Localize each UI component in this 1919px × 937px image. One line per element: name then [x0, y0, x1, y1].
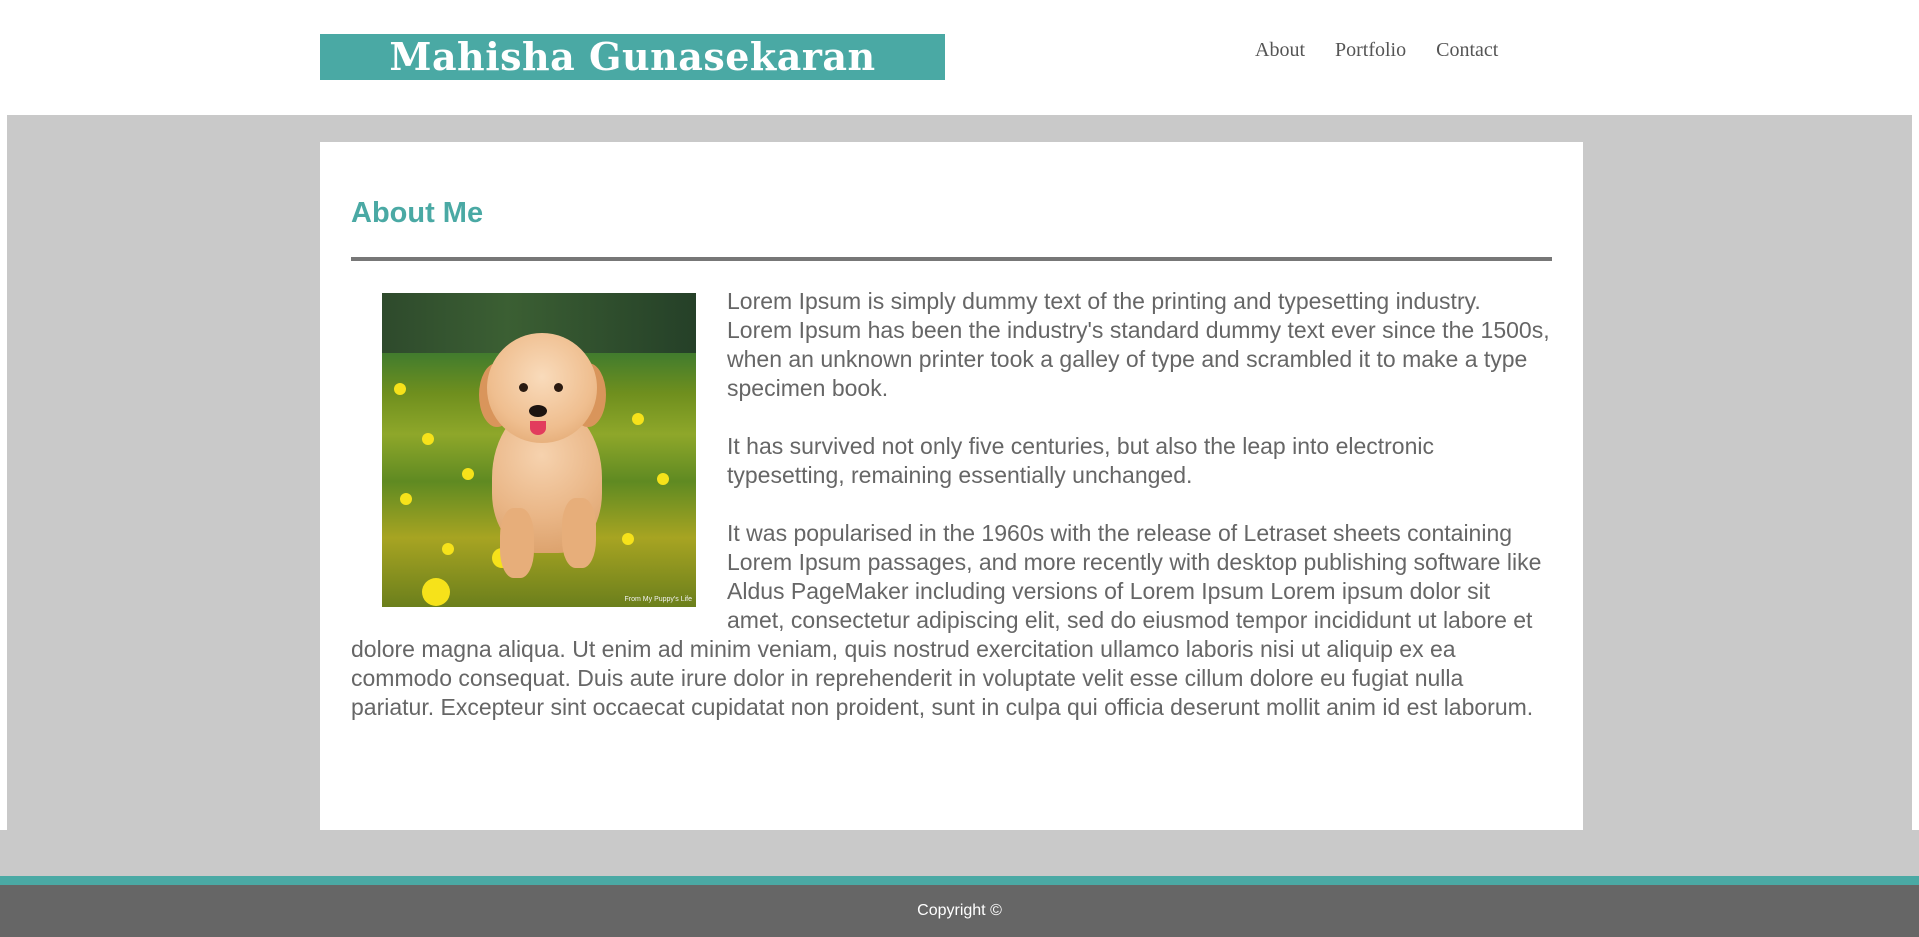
photo-flower — [422, 578, 450, 606]
photo-flower — [632, 413, 644, 425]
photo-flower — [657, 473, 669, 485]
puppy-photo: From My Puppy's Life — [382, 293, 696, 607]
section-divider — [351, 257, 1552, 261]
copyright-text: Copyright © — [917, 902, 1002, 919]
about-card: About Me From My Puppy's Life Lorem Ipsu… — [320, 142, 1583, 830]
nav-link-about[interactable]: About — [1255, 36, 1305, 64]
section-title: About Me — [351, 197, 484, 229]
photo-flower — [400, 493, 412, 505]
site-footer: Copyright © — [0, 885, 1919, 937]
photo-flower — [394, 383, 406, 395]
about-content: From My Puppy's Life Lorem Ipsum is simp… — [351, 287, 1552, 751]
puppy-leg — [500, 508, 534, 578]
photo-flower — [422, 433, 434, 445]
photo-flower — [622, 533, 634, 545]
nav-link-contact[interactable]: Contact — [1436, 36, 1498, 64]
photo-flower — [462, 468, 474, 480]
puppy-tongue — [530, 421, 546, 435]
main-nav: About Portfolio Contact — [1255, 36, 1528, 64]
puppy-eye — [554, 383, 563, 392]
puppy-eye — [519, 383, 528, 392]
site-title[interactable]: Mahisha Gunasekaran — [320, 34, 945, 80]
nav-link-portfolio[interactable]: Portfolio — [1335, 36, 1406, 64]
puppy-nose — [529, 405, 547, 417]
content-background-bottom — [0, 830, 1919, 876]
photo-flower — [442, 543, 454, 555]
puppy-leg — [562, 498, 596, 568]
page: Mahisha Gunasekaran About Portfolio Cont… — [0, 0, 1919, 937]
footer-accent-stripe — [0, 876, 1919, 885]
site-header: Mahisha Gunasekaran About Portfolio Cont… — [0, 0, 1919, 115]
photo-caption: From My Puppy's Life — [624, 596, 692, 603]
